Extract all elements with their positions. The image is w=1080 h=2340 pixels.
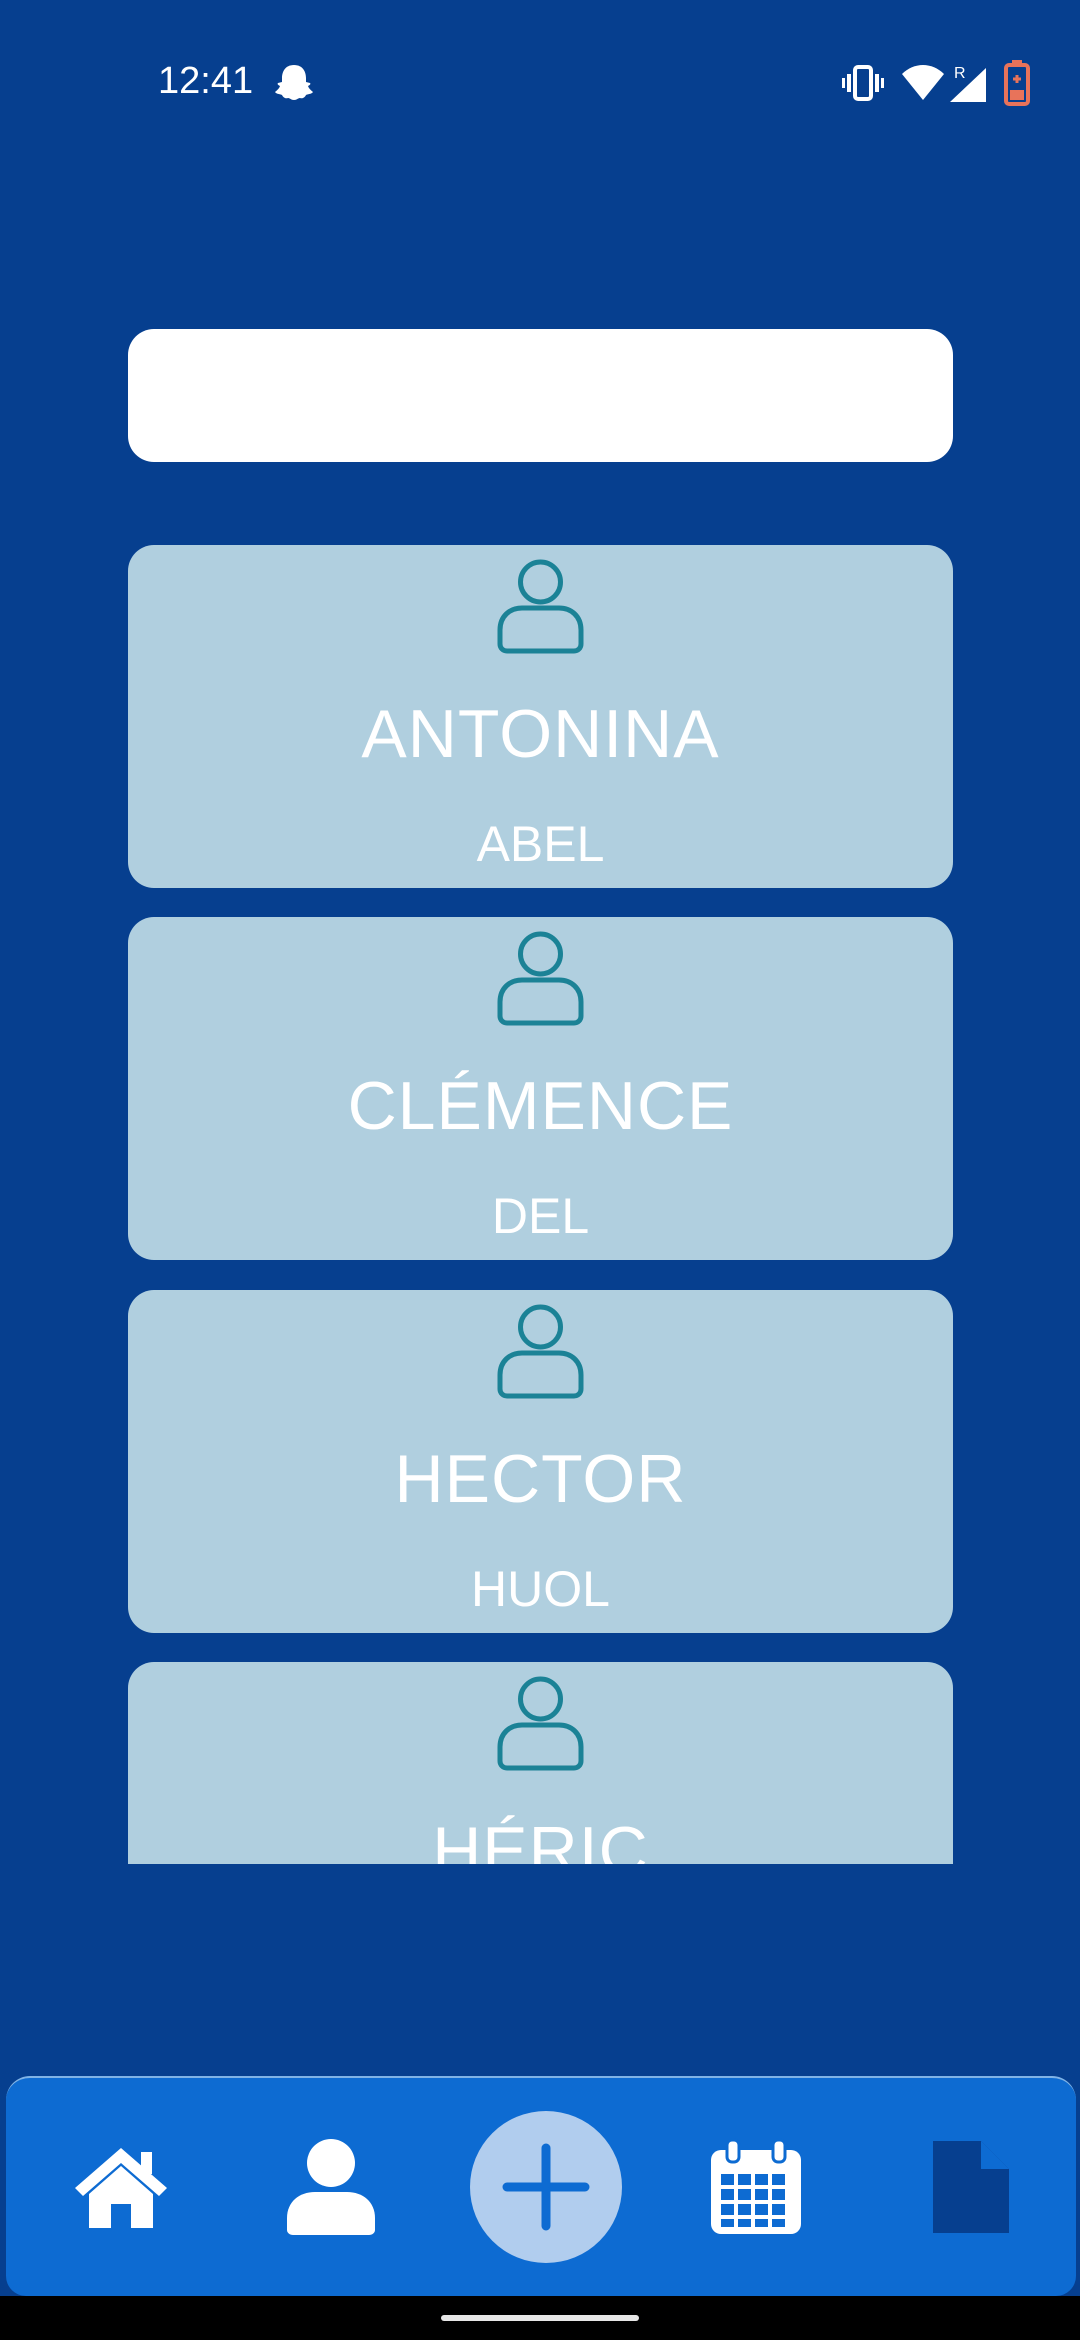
contact-last-name: ABEL <box>476 816 605 872</box>
status-time: 12:41 <box>158 60 254 102</box>
contact-first-name: CLÉMENCE <box>347 1068 734 1144</box>
battery-charging-icon <box>1004 60 1030 106</box>
snapchat-ghost-icon <box>275 65 313 100</box>
contact-card[interactable]: ANTONINA ABEL <box>128 545 953 888</box>
nav-add-button[interactable] <box>466 2078 626 2296</box>
document-icon <box>933 2141 1009 2233</box>
status-bar: 12:41 R <box>0 0 1080 165</box>
signal-icon: R <box>950 65 986 102</box>
person-icon <box>497 1304 584 1399</box>
bottom-navigation <box>6 2076 1076 2296</box>
nav-home-button[interactable] <box>46 2078 196 2296</box>
person-icon <box>287 2139 375 2235</box>
contact-first-name: HECTOR <box>394 1441 687 1517</box>
vibrate-icon <box>842 65 884 101</box>
home-icon <box>75 2148 167 2228</box>
search-input[interactable] <box>128 329 953 462</box>
nav-profile-button[interactable] <box>256 2078 406 2296</box>
contact-card[interactable]: HÉRIC <box>128 1662 953 1864</box>
wifi-icon <box>902 65 944 100</box>
system-navigation-bar <box>0 2296 1080 2340</box>
person-icon <box>497 1676 584 1771</box>
contact-card[interactable]: HECTOR HUOL <box>128 1290 953 1633</box>
contact-last-name: HUOL <box>471 1561 610 1617</box>
nav-calendar-button[interactable] <box>681 2078 831 2296</box>
contact-list[interactable]: ANTONINA ABEL CLÉMENCE DEL HECTOR HUOL H… <box>128 545 953 1864</box>
nav-document-button[interactable] <box>896 2078 1046 2296</box>
contact-card[interactable]: CLÉMENCE DEL <box>128 917 953 1260</box>
add-button-circle[interactable] <box>470 2111 622 2263</box>
contact-first-name: HÉRIC <box>432 1813 649 1864</box>
person-icon <box>497 931 584 1026</box>
calendar-icon <box>711 2138 801 2234</box>
contact-first-name: ANTONINA <box>361 696 720 772</box>
plus-icon <box>502 2143 590 2231</box>
roaming-indicator: R <box>954 65 966 82</box>
person-icon <box>497 559 584 654</box>
gesture-handle[interactable] <box>441 2315 639 2321</box>
contact-last-name: DEL <box>491 1188 590 1244</box>
